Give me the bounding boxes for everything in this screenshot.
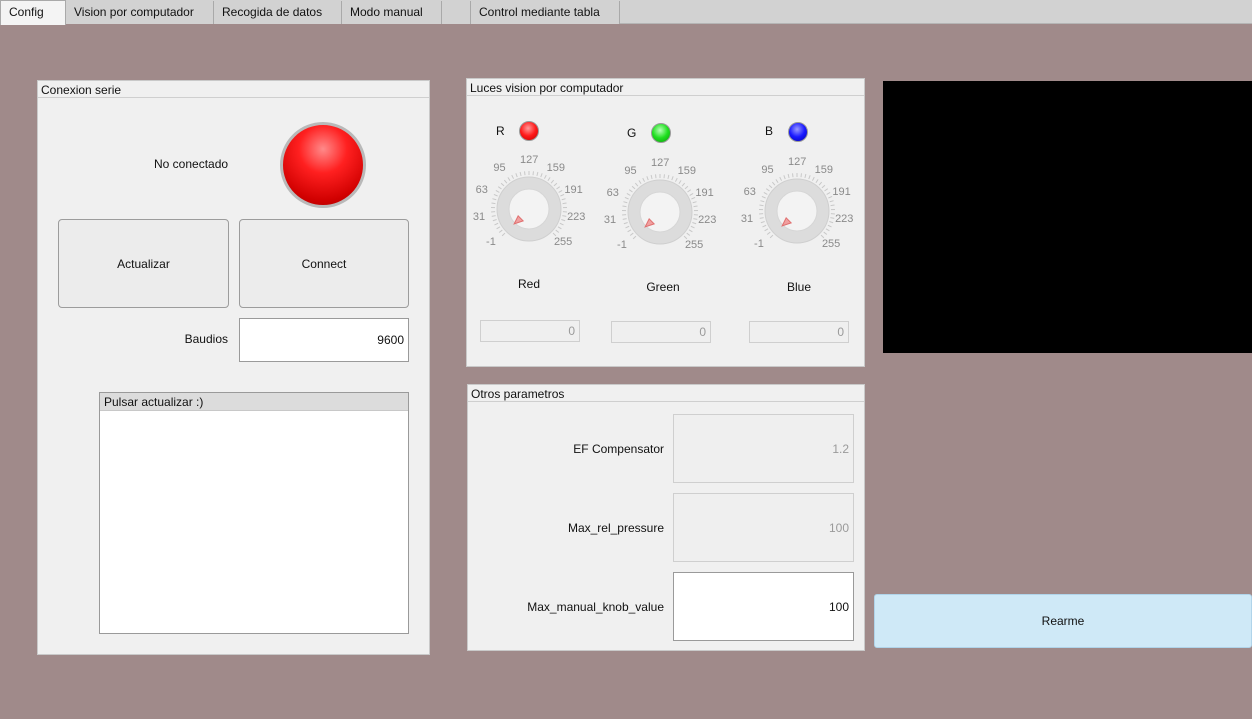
green-letter: G: [627, 126, 637, 140]
baud-label: Baudios: [184, 332, 228, 346]
knob-tick-label: 31: [740, 213, 754, 226]
port-listbox-header: Pulsar actualizar :): [100, 393, 408, 411]
knob-tick-label: 159: [814, 164, 834, 177]
blue-knob[interactable]: -1 31 63 95 127 159 191 223 255: [735, 156, 865, 271]
knob-tick-label: 191: [832, 185, 851, 198]
blue-led: [788, 122, 808, 142]
green-knob[interactable]: -1 31 63 95 127 159 191 223 255: [598, 157, 728, 272]
green-knob-label: Green: [646, 280, 680, 294]
red-led: [519, 121, 539, 141]
knob-tick-label: 127: [651, 157, 670, 169]
red-letter: R: [496, 124, 505, 138]
knob-tick-label: 63: [743, 185, 756, 198]
knob-tick-label: 63: [475, 183, 488, 196]
red-knob-label: Red: [517, 277, 540, 291]
connection-status: No conectado: [154, 157, 229, 171]
refresh-button[interactable]: Actualizar: [58, 219, 229, 308]
tab-modo-manual[interactable]: Modo manual: [342, 1, 442, 24]
knob-tick-label: -1: [617, 238, 627, 251]
knob-tick-label: 191: [564, 183, 583, 196]
knob-tick-label: 95: [493, 162, 506, 175]
knob-tick-label: 31: [603, 214, 617, 227]
max-rel-pressure-field[interactable]: [673, 493, 854, 562]
lights-panel-title: Luces vision por computador: [467, 79, 864, 96]
baud-input[interactable]: [239, 318, 409, 362]
params-panel-title: Otros parametros: [468, 385, 864, 402]
lights-panel: Luces vision por computador R -1 31 63 95 12…: [466, 78, 865, 367]
knob-tick-label: 63: [606, 186, 619, 199]
knob-tick-label: 255: [821, 237, 841, 250]
knob-tick-label: 127: [520, 154, 539, 166]
connection-lamp: [280, 122, 366, 208]
rearme-button[interactable]: Rearme: [874, 594, 1252, 648]
knob-tick-label: 255: [553, 235, 573, 248]
knob-tick-label: -1: [486, 235, 496, 248]
knob-tick-label: 127: [788, 156, 807, 168]
max-rel-pressure-label: Max_rel_pressure: [567, 521, 664, 535]
blue-knob-label: Blue: [786, 280, 812, 294]
knob-tick-label: 95: [624, 165, 637, 178]
blue-letter: B: [765, 124, 774, 138]
ef-compensator-label: EF Compensator: [573, 442, 664, 456]
serial-panel: Conexion serie No conectado Actualizar C…: [37, 80, 430, 655]
ef-compensator-field[interactable]: [673, 414, 854, 483]
knob-tick-label: 223: [567, 211, 586, 224]
tab-control-tabla[interactable]: Control mediante tabla: [471, 1, 620, 24]
tab-blank[interactable]: [442, 1, 471, 24]
red-value-field[interactable]: [480, 320, 580, 342]
blue-value-field[interactable]: [749, 321, 849, 343]
knob-tick-label: 223: [835, 213, 854, 226]
knob-tick-label: 191: [695, 186, 714, 199]
max-manual-knob-label: Max_manual_knob_value: [527, 600, 664, 614]
tab-vision[interactable]: Vision por computador: [66, 1, 214, 24]
green-led: [651, 123, 671, 143]
port-listbox[interactable]: Pulsar actualizar :): [99, 392, 409, 634]
knob-tick-label: 255: [684, 238, 704, 251]
green-value-field[interactable]: [611, 321, 711, 343]
knob-tick-label: 95: [761, 164, 774, 177]
tab-config[interactable]: Config: [0, 0, 66, 25]
knob-tick-label: 31: [472, 211, 486, 224]
max-manual-knob-field[interactable]: [673, 572, 854, 641]
knob-tick-label: 159: [546, 162, 566, 175]
serial-panel-title: Conexion serie: [38, 81, 429, 98]
red-knob[interactable]: -1 31 63 95 127 159 191 223 255: [467, 154, 597, 269]
tab-recogida[interactable]: Recogida de datos: [214, 1, 342, 24]
tab-bar: Config Vision por computador Recogida de…: [0, 0, 1252, 25]
connect-button[interactable]: Connect: [239, 219, 409, 308]
params-panel: Otros parametros EF Compensator Max_rel_…: [467, 384, 865, 651]
camera-display: [883, 81, 1252, 353]
knob-tick-label: 159: [677, 165, 697, 178]
knob-tick-label: -1: [754, 237, 764, 250]
knob-tick-label: 223: [698, 214, 717, 227]
